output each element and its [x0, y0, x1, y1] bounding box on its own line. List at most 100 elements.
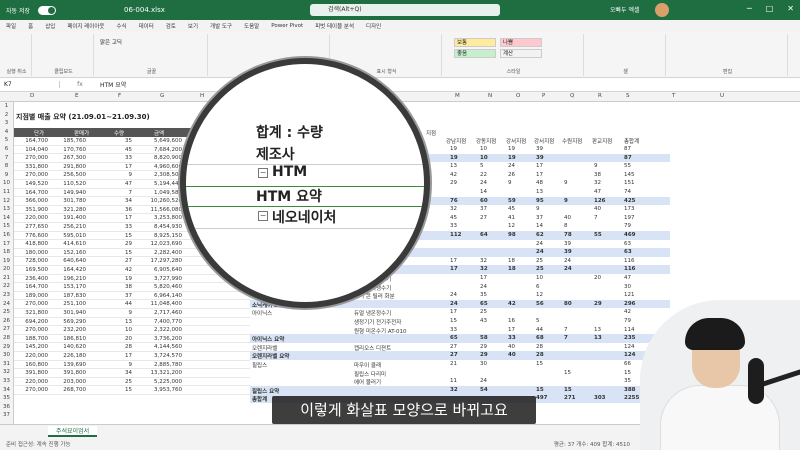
pivot-cell[interactable]: 13 [450, 163, 457, 169]
table-cell[interactable]: 13,321,200 [142, 370, 183, 376]
pivot-cell[interactable]: 26 [508, 172, 515, 178]
table-cell[interactable]: 6,905,640 [142, 267, 182, 273]
row-header[interactable]: 22 [0, 282, 13, 291]
magnified-item-htm[interactable]: HTM [272, 164, 307, 180]
table-cell[interactable]: 3,736,200 [142, 336, 182, 342]
pivot-cell[interactable]: 43 [480, 318, 487, 324]
row-header[interactable]: 27 [0, 325, 13, 334]
pivot-cell[interactable]: 12 [536, 292, 543, 298]
row-header[interactable]: 17 [0, 240, 13, 249]
close-icon[interactable]: ✕ [787, 4, 794, 13]
row-header[interactable]: 2 [0, 111, 13, 120]
table-cell[interactable]: 268,700 [60, 387, 86, 393]
pivot-cell[interactable]: 80 [564, 301, 572, 307]
col-header[interactable]: P [542, 93, 545, 99]
table-cell[interactable]: 169,500 [22, 267, 48, 273]
pivot-cell[interactable]: 17 [508, 327, 515, 333]
table-cell[interactable]: 33 [106, 224, 132, 230]
table-cell[interactable]: 27 [106, 258, 132, 264]
pivot-cell[interactable]: 11 [450, 378, 457, 384]
pivot-cell[interactable]: 65 [480, 301, 488, 307]
table-cell[interactable]: 28 [106, 344, 132, 350]
table-cell[interactable]: 640,640 [60, 258, 86, 264]
table-cell[interactable]: 5,194,440 [142, 181, 182, 187]
table-cell[interactable]: 5,225,000 [142, 379, 182, 385]
table-cell[interactable]: 110,520 [60, 181, 86, 187]
col-header[interactable]: D [30, 93, 34, 99]
col-header[interactable]: G [160, 93, 164, 99]
autosave-toggle[interactable] [38, 5, 56, 15]
table-cell[interactable]: 277,650 [22, 224, 48, 230]
pivot-cell[interactable]: 47 [594, 189, 601, 195]
styles-group[interactable]: 보통 나쁨 좋음 계산 스타일 [444, 34, 584, 76]
table-cell[interactable]: 595,010 [60, 233, 86, 239]
table-cell[interactable]: 291,800 [60, 164, 86, 170]
col-header[interactable]: H [200, 93, 204, 99]
table-cell[interactable]: 9 [106, 362, 133, 368]
table-cell[interactable]: 3,727,990 [142, 276, 182, 282]
table-cell[interactable]: 34 [106, 198, 132, 204]
table-cell[interactable]: 236,400 [22, 276, 48, 282]
table-cell[interactable]: 11,048,400 [142, 301, 183, 307]
table-cell[interactable]: 3,253,800 [142, 215, 182, 221]
pivot-cell[interactable]: 45 [508, 206, 515, 212]
row-header[interactable]: 13 [0, 205, 13, 214]
pivot-cell[interactable]: 19 [450, 155, 458, 161]
table-cell[interactable]: 33 [106, 155, 132, 161]
table-cell[interactable]: 220,000 [22, 215, 48, 221]
row-header[interactable]: 1 [0, 102, 13, 111]
pivot-cell[interactable]: 60 [480, 198, 488, 204]
pivot-cell[interactable]: 74 [624, 189, 631, 195]
table-cell[interactable]: 270,000 [22, 172, 48, 178]
pivot-cell[interactable]: 17 [536, 163, 543, 169]
pivot-cell[interactable]: 62 [536, 232, 544, 238]
pivot-cell[interactable]: 54 [480, 387, 488, 393]
pivot-cell[interactable]: 29 [480, 352, 488, 358]
pivot-cell[interactable]: 19 [450, 146, 457, 152]
table-cell[interactable]: 2,308,500 [142, 172, 182, 178]
pivot-cell[interactable]: 116 [624, 258, 635, 264]
table-cell[interactable]: 10 [106, 327, 132, 333]
pivot-cell[interactable]: 68 [536, 335, 544, 341]
col-header[interactable]: F [118, 93, 121, 99]
table-cell[interactable]: 8,454,930 [142, 224, 182, 230]
pivot-cell[interactable]: 24 [480, 284, 487, 290]
table-cell[interactable]: 19 [106, 276, 132, 282]
pivot-cell[interactable]: 497 [536, 395, 547, 401]
pivot-cell[interactable]: 58 [480, 335, 488, 341]
pivot-cell[interactable]: 63 [624, 249, 632, 255]
table-cell[interactable]: 164,700 [22, 138, 48, 144]
table-cell[interactable]: 35 [106, 138, 132, 144]
pivot-cell[interactable]: 87 [624, 155, 632, 161]
pivot-cell[interactable]: 40 [564, 215, 571, 221]
font-group[interactable]: 맑은 고딕 글꼴 [96, 34, 208, 76]
pivot-cell[interactable]: 7 [564, 327, 568, 333]
pivot-cell[interactable]: 27 [450, 352, 458, 358]
table-cell[interactable]: 11,566,080 [142, 207, 183, 213]
pivot-cell[interactable]: 55 [624, 163, 631, 169]
row-header[interactable]: 26 [0, 317, 13, 326]
table-cell[interactable]: 36 [106, 207, 132, 213]
pivot-cell[interactable]: 17 [450, 258, 457, 264]
table-cell[interactable]: 7,400,770 [142, 319, 182, 325]
pivot-cell[interactable]: 24 [536, 241, 543, 247]
pivot-cell[interactable]: 14 [536, 223, 543, 229]
pivot-cell[interactable]: 45 [450, 215, 457, 221]
pivot-cell[interactable]: 28 [536, 352, 544, 358]
table-cell[interactable]: 251,100 [60, 301, 86, 307]
table-cell[interactable]: 728,000 [22, 258, 48, 264]
table-cell[interactable]: 152,160 [60, 250, 86, 256]
pivot-cell[interactable]: 25 [480, 309, 487, 315]
pivot-cell[interactable]: 24 [450, 292, 457, 298]
row-header[interactable]: 35 [0, 394, 13, 403]
row-header[interactable]: 20 [0, 265, 13, 274]
search-input[interactable]: 검색(Alt+Q) [310, 4, 500, 16]
pivot-cell[interactable]: 124 [624, 352, 635, 358]
menu-item[interactable]: 페이지 레이아웃 [67, 22, 104, 30]
table-cell[interactable]: 44 [106, 301, 132, 307]
table-cell[interactable]: 4,960,600 [142, 164, 182, 170]
pivot-cell[interactable]: 116 [624, 266, 635, 272]
pivot-cell[interactable]: 33 [450, 223, 457, 229]
pivot-cell[interactable]: 18 [508, 258, 515, 264]
pivot-cell[interactable]: 5 [536, 318, 540, 324]
